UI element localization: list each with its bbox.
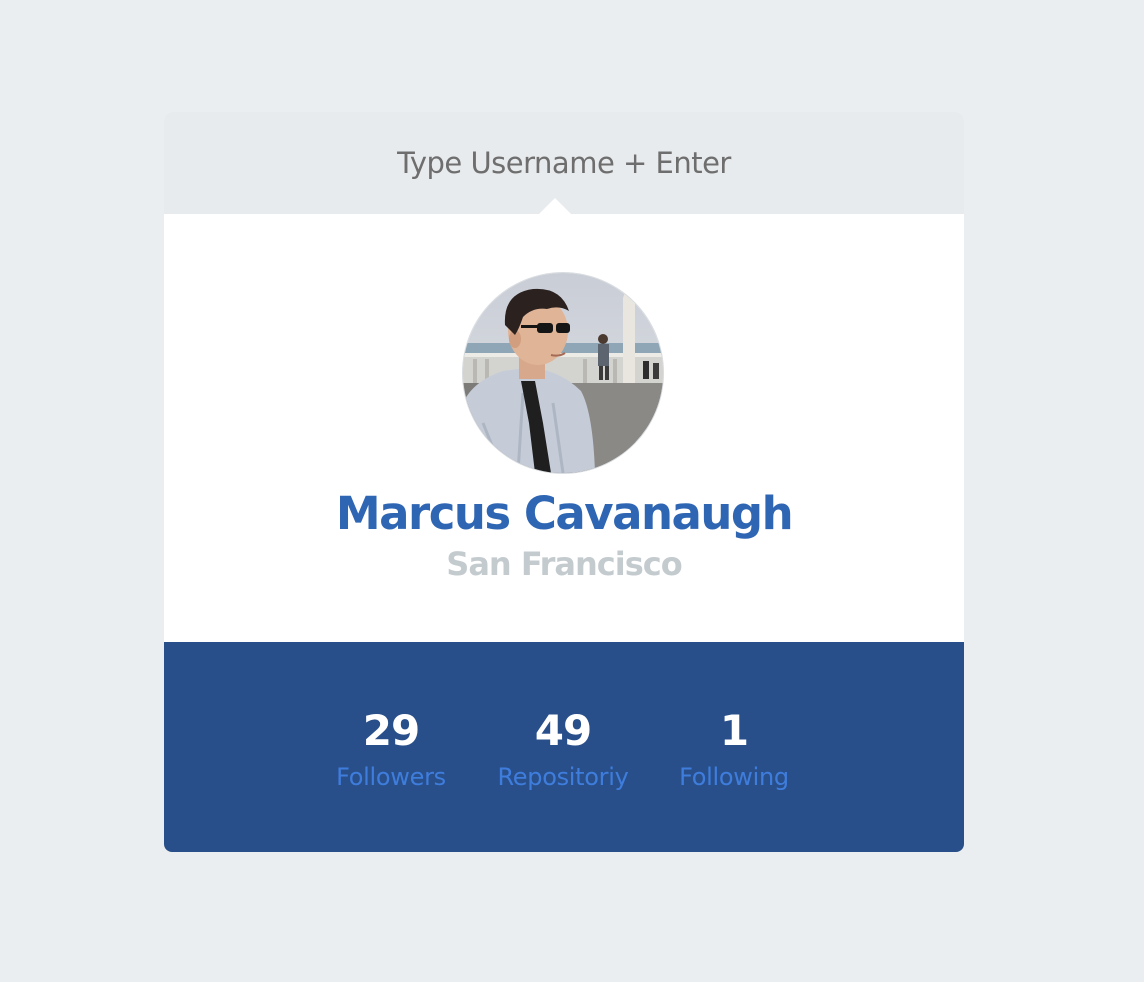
search-pointer-arrow [538,198,572,215]
avatar [463,273,663,473]
stat-following-value: 1 [719,706,749,755]
profile-name: Marcus Cavanaugh [335,487,794,540]
stats-bar: 29 Followers 49 Repositoriy 1 Following [164,642,964,852]
stat-repositories[interactable]: 49 Repositoriy [478,700,648,792]
profile-section: Marcus Cavanaugh San Francisco [164,214,964,642]
search-bar [164,112,964,215]
stat-repositories-label: Repositoriy [497,763,629,791]
profile-location: San Francisco [446,545,682,583]
stat-following[interactable]: 1 Following [649,700,819,792]
profile-card: Marcus Cavanaugh San Francisco 29 Follow… [164,112,964,852]
avatar-photo [463,273,663,473]
stat-followers-value: 29 [362,706,420,755]
stat-repositories-value: 49 [534,706,592,755]
stat-following-label: Following [679,763,789,791]
stat-followers[interactable]: 29 Followers [306,700,476,792]
stat-followers-label: Followers [336,763,446,791]
